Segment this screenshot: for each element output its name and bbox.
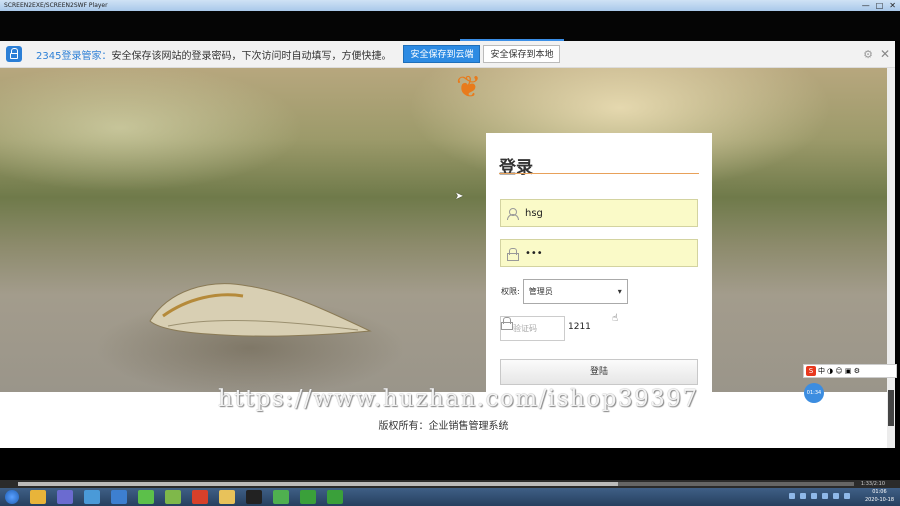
app-icon[interactable] bbox=[300, 490, 316, 504]
login-panel: 登录 hsg ••• 权限: 管理员 ▾ 验证码 1211 登陆 bbox=[486, 133, 712, 393]
playback-seek-bar[interactable] bbox=[18, 482, 854, 486]
minimize-button[interactable]: — bbox=[862, 1, 870, 10]
gear-icon[interactable]: ⚙ bbox=[863, 48, 873, 61]
password-save-bar: 2345登录管家： 安全保存该网站的登录密码，下次访问时自动填写，方便快捷。 安… bbox=[0, 41, 895, 68]
password-value: ••• bbox=[525, 247, 543, 259]
background-photo: ❦ bbox=[0, 68, 895, 392]
playback-time: 1:33/2:10 bbox=[860, 481, 885, 487]
close-window-button[interactable]: ✕ bbox=[889, 1, 896, 10]
wechat-icon[interactable] bbox=[273, 490, 289, 504]
start-button[interactable] bbox=[5, 490, 19, 504]
qq-icon[interactable] bbox=[246, 490, 262, 504]
window-title: SCREEN2EXE/SCREEN2SWF Player bbox=[4, 2, 108, 9]
app-icon[interactable] bbox=[84, 490, 100, 504]
lock-icon bbox=[6, 46, 22, 62]
watermark-text: https://www.huzhan.com/ishop39397 bbox=[218, 386, 699, 412]
system-tray bbox=[789, 493, 850, 499]
taskbar: 01:06 2020-10-18 bbox=[0, 488, 900, 506]
username-value: hsg bbox=[525, 207, 543, 219]
captcha-placeholder: 验证码 bbox=[513, 324, 537, 333]
flash-icon[interactable] bbox=[192, 490, 208, 504]
tray-icon[interactable] bbox=[822, 493, 828, 499]
notice-brand: 2345登录管家： bbox=[36, 50, 112, 62]
user-icon bbox=[507, 207, 519, 220]
ime-tools-icon[interactable]: ◑ ☺ ▣ ⚙ bbox=[827, 367, 860, 375]
app-icon[interactable] bbox=[138, 490, 154, 504]
login-title: 登录 bbox=[499, 158, 533, 178]
clock-time: 01:06 bbox=[872, 489, 887, 495]
ime-mode[interactable]: 中 bbox=[818, 366, 825, 376]
mouse-cursor-icon: ➤ bbox=[455, 191, 464, 202]
app-icon[interactable] bbox=[165, 490, 181, 504]
password-field[interactable]: ••• bbox=[500, 239, 698, 267]
ime-toolbar[interactable]: S 中 ◑ ☺ ▣ ⚙ bbox=[803, 364, 897, 378]
window-controls: — □ ✕ bbox=[862, 1, 896, 10]
copyright-text: 版权所有：企业销售管理系统 bbox=[378, 421, 509, 432]
tray-icon[interactable] bbox=[811, 493, 817, 499]
permission-row: 权限: 管理员 ▾ bbox=[501, 279, 628, 304]
chrome-icon[interactable] bbox=[30, 490, 46, 504]
permission-label: 权限: bbox=[501, 287, 520, 296]
app-icon[interactable] bbox=[327, 490, 343, 504]
save-to-cloud-button[interactable]: 安全保存到云端 bbox=[403, 45, 481, 63]
taskbar-clock[interactable]: 01:06 2020-10-18 bbox=[865, 488, 894, 504]
scrollbar-thumb[interactable] bbox=[888, 390, 894, 426]
save-to-local-button[interactable]: 安全保存到本地 bbox=[483, 45, 561, 63]
maximize-button[interactable]: □ bbox=[876, 1, 884, 10]
title-underline bbox=[499, 173, 699, 174]
butterfly-icon: ❦ bbox=[456, 70, 482, 105]
sogou-icon: S bbox=[806, 366, 816, 376]
clock-date: 2020-10-18 bbox=[864, 497, 894, 503]
window-titlebar: SCREEN2EXE/SCREEN2SWF Player — □ ✕ bbox=[0, 0, 900, 11]
tray-icon[interactable] bbox=[800, 493, 806, 499]
permission-selected: 管理员 bbox=[528, 287, 553, 296]
browser-toolbar-area bbox=[0, 11, 900, 41]
player-controls: 1:33/2:10 bbox=[0, 480, 900, 488]
notice-message: 安全保存该网站的登录密码，下次访问时自动填写，方便快捷。 bbox=[111, 50, 392, 62]
app-icon[interactable] bbox=[57, 490, 73, 504]
captcha-input[interactable]: 验证码 bbox=[500, 316, 565, 341]
tray-icon[interactable] bbox=[789, 493, 795, 499]
close-icon[interactable]: ✕ bbox=[880, 47, 890, 61]
captcha-code[interactable]: 1211 bbox=[568, 322, 591, 332]
lock-icon bbox=[507, 247, 519, 261]
permission-select[interactable]: 管理员 ▾ bbox=[522, 279, 628, 304]
chevron-down-icon: ▾ bbox=[617, 287, 622, 296]
ie-icon[interactable] bbox=[111, 490, 127, 504]
volume-icon[interactable] bbox=[844, 493, 850, 499]
login-button[interactable]: 登陆 bbox=[500, 359, 698, 385]
folder-icon[interactable] bbox=[219, 490, 235, 504]
tray-icon[interactable] bbox=[833, 493, 839, 499]
username-field[interactable]: hsg bbox=[500, 199, 698, 227]
page-scrollbar[interactable] bbox=[887, 68, 895, 448]
hand-cursor-icon: ☝ bbox=[612, 313, 619, 324]
timer-badge: 01:34 bbox=[804, 383, 824, 403]
leaf-image bbox=[149, 283, 372, 337]
